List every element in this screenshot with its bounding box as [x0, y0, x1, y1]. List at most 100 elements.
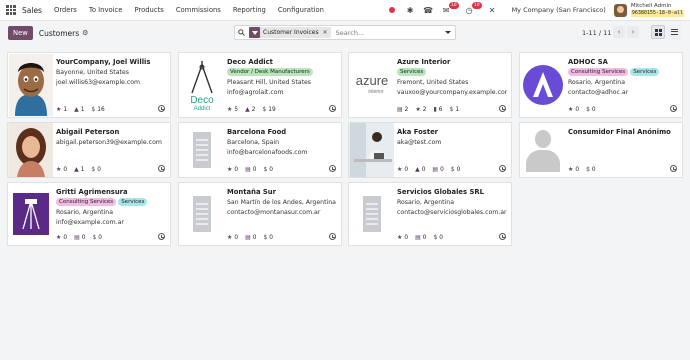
pager-value[interactable]: 1-11 / 11 [582, 29, 611, 37]
activity-clock-icon[interactable] [499, 105, 506, 112]
stat-value: 1 [80, 166, 85, 173]
kanban-icon [654, 28, 662, 36]
stat-invoices[interactable]: $0 [586, 166, 596, 173]
phone-icon[interactable]: ☎ [423, 5, 434, 16]
stat-value: 0 [81, 234, 86, 241]
customer-name: Aka Foster [397, 128, 439, 136]
stat-opportunities[interactable]: ★ 0 [227, 234, 238, 241]
star-icon: ★ [397, 166, 403, 173]
stat-sales[interactable]: ▲ 0 [415, 166, 425, 173]
user-avatar[interactable] [613, 3, 627, 17]
menu-orders[interactable]: Orders [54, 6, 77, 14]
customer-card[interactable]: YourCompany, Joel Willis Bayonne, United… [7, 52, 171, 118]
menu-products[interactable]: Products [134, 6, 163, 14]
search-input[interactable] [335, 28, 436, 37]
customer-card[interactable]: Servicios Globales SRL Rosario, Argentin… [348, 182, 512, 246]
stat-sales[interactable]: ▲ 1 [74, 166, 84, 173]
dollar-icon: $ [91, 106, 96, 113]
dollar-icon: $ [586, 106, 590, 113]
stat-sales[interactable]: ▲ 1 [74, 106, 84, 113]
customer-card[interactable]: Barcelona Food Barcelona, Spain info@bar… [178, 122, 342, 178]
gear-icon[interactable]: ⚙ [82, 29, 88, 37]
stat-invoices[interactable]: $1 [449, 106, 459, 113]
remove-facet-icon[interactable]: ✕ [323, 29, 328, 36]
customer-card[interactable]: azure interior Azure Interior Services F… [348, 52, 512, 118]
customer-card[interactable]: Deco Addict Deco Addict Vendor / Desk Ma… [178, 52, 342, 118]
stat-value: 1 [63, 106, 68, 113]
avatar [8, 123, 53, 177]
stat-opportunities[interactable]: ★ 0 [397, 166, 408, 173]
activity-clock-icon[interactable] [329, 165, 336, 172]
stat-documents[interactable]: ▤ 0 [432, 166, 443, 173]
stat-sales[interactable]: ▤ 0 [245, 166, 256, 173]
new-button[interactable]: New [8, 26, 33, 40]
customer-card[interactable]: Consumidor Final Anónimo ★ 0 $0 [519, 122, 683, 178]
stat-value: 5 [234, 106, 239, 113]
customer-card[interactable]: Abigail Peterson abigail.peterson39@exam… [7, 122, 171, 178]
stat-value: 19 [268, 106, 276, 113]
stat-opportunities[interactable]: ★ 1 [56, 106, 67, 113]
menu-commissions[interactable]: Commissions [176, 6, 221, 14]
stat-opportunities[interactable]: ★ 0 [56, 234, 67, 241]
user-menu[interactable]: Mitchell Admin 96380155-18-0-all [630, 3, 684, 17]
kanban-view-button[interactable] [651, 25, 665, 39]
activity-clock-icon[interactable] [158, 165, 165, 172]
stat-sales[interactable]: ▤ 0 [74, 234, 85, 241]
pager-next-button[interactable]: › [627, 26, 639, 38]
stat-value: 0 [404, 234, 409, 241]
search-bar[interactable]: Customer Invoices ✕ [234, 25, 456, 40]
person-placeholder-icon [520, 123, 565, 177]
stat-opportunities[interactable]: ★ 0 [56, 166, 67, 173]
app-menu-icon[interactable] [6, 5, 16, 15]
cart-icon: ▲ [74, 166, 79, 173]
customer-card[interactable]: Montaña Sur San Martín de los Andes, Arg… [178, 182, 342, 246]
star-icon: ★ [397, 234, 403, 241]
menu-reporting[interactable]: Reporting [233, 6, 266, 14]
stat-opportunities[interactable]: ★ 5 [227, 106, 238, 113]
menu-to-invoice[interactable]: To Invoice [89, 6, 123, 14]
stat-invoices[interactable]: $0 [433, 234, 443, 241]
tools-icon[interactable]: ✕ [487, 5, 498, 16]
activity-clock-icon[interactable]: ◷ 10 [464, 1, 482, 16]
stat-invoices[interactable]: $0 [91, 166, 101, 173]
stat-opportunities[interactable]: ★ 0 [227, 166, 238, 173]
stat-opportunities[interactable]: ★ 0 [568, 106, 579, 113]
activity-clock-icon[interactable] [670, 165, 677, 172]
activity-clock-icon[interactable] [158, 233, 165, 240]
stat-sales[interactable]: ▤ 2 [397, 106, 408, 113]
stat-invoices[interactable]: $0 [92, 234, 102, 241]
stat-sales[interactable]: ▤ 0 [245, 234, 256, 241]
activity-clock-icon[interactable] [158, 105, 165, 112]
activity-clock-icon[interactable] [670, 105, 677, 112]
activity-clock-icon[interactable] [329, 105, 336, 112]
stat-documents[interactable]: ▮ 6 [433, 106, 442, 113]
customer-card[interactable]: Aka Foster aka@test.com ★ 0 ▲ 0 ▤ 0 $0 [348, 122, 512, 178]
list-view-button[interactable] [667, 25, 681, 39]
search-options-toggle[interactable] [445, 31, 451, 34]
recording-dot-icon[interactable] [387, 5, 398, 16]
stat-invoices[interactable]: $0 [263, 234, 273, 241]
app-name[interactable]: Sales [22, 6, 42, 15]
activity-clock-icon[interactable] [499, 233, 506, 240]
stat-invoices[interactable]: $0 [586, 106, 596, 113]
company-switcher[interactable]: My Company (San Francisco) [512, 6, 606, 14]
card-stats: ★ 1 ▲ 1 $16 [56, 106, 105, 113]
customer-card[interactable]: ADHOC SA Consulting Services Services Ro… [519, 52, 683, 118]
customer-card[interactable]: Gritti Agrimensura Consulting Services S… [7, 182, 171, 246]
stat-invoices[interactable]: $19 [262, 106, 275, 113]
stat-invoices[interactable]: $16 [91, 106, 104, 113]
activity-clock-icon[interactable] [499, 165, 506, 172]
activity-clock-icon[interactable] [329, 233, 336, 240]
stat-opportunities[interactable]: ★ 0 [568, 166, 579, 173]
bug-icon[interactable]: ✱ [405, 5, 416, 16]
stat-sales[interactable]: ▲ 2 [245, 106, 255, 113]
stat-invoices[interactable]: $0 [263, 166, 273, 173]
stat-invoices[interactable]: $0 [451, 166, 461, 173]
search-icon[interactable] [235, 29, 247, 36]
pager-previous-button[interactable]: ‹ [613, 26, 625, 38]
chat-icon[interactable]: ✉ 10 [441, 1, 459, 16]
stat-opportunities[interactable]: ★ 2 [415, 106, 426, 113]
menu-configuration[interactable]: Configuration [278, 6, 324, 14]
stat-sales[interactable]: ▤ 0 [415, 234, 426, 241]
stat-opportunities[interactable]: ★ 0 [397, 234, 408, 241]
